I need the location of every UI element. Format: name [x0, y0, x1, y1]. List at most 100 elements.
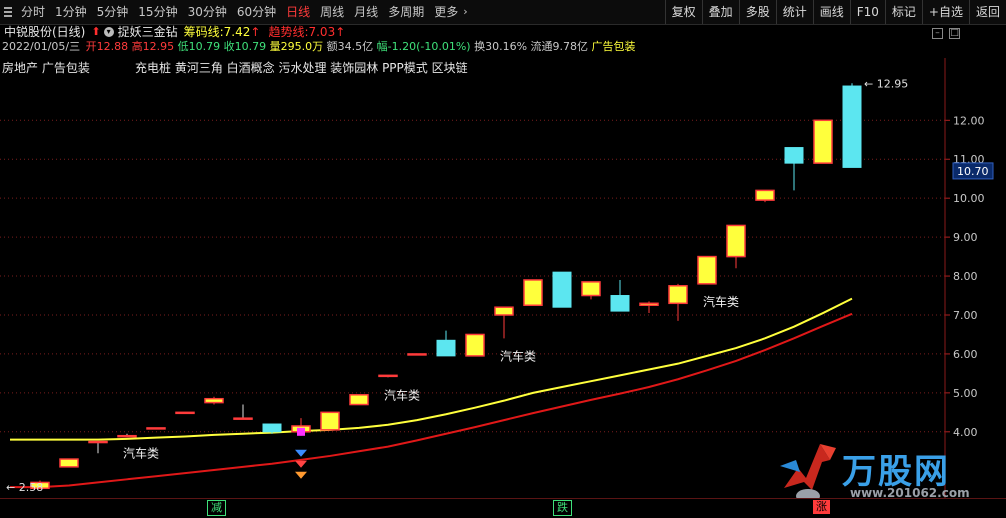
tool-button-7[interactable]: +自选	[921, 0, 969, 24]
tab-0[interactable]: 分时	[16, 0, 50, 24]
open-label: 开	[85, 40, 97, 53]
tool-button-1[interactable]: 叠加	[701, 0, 739, 24]
magenta-square-icon	[297, 427, 305, 436]
tab-6[interactable]: 日线	[281, 0, 315, 24]
change-label: 幅	[376, 40, 388, 53]
bottom-signal-axis: 减 跌 涨	[0, 498, 1006, 518]
y-tick-label-2: 6.00	[953, 348, 978, 361]
candle-body-17	[523, 279, 543, 307]
candle-body-25	[755, 189, 775, 201]
tab-10[interactable]: 更多	[429, 0, 463, 24]
chip-line-label: 筹码线:	[183, 25, 224, 39]
candle-body-13	[407, 353, 427, 356]
amount-value: 34.5亿	[337, 40, 374, 53]
tool-button-6[interactable]: 标记	[884, 0, 922, 24]
top-toolbar: 分时 1分钟 5分钟 15分钟 30分钟 60分钟 日线 周线 月线 多周期 更多 › 复权 叠加 多股统…	[0, 0, 1006, 25]
candle-body-22	[668, 285, 688, 305]
quote-date: 2022/01/05/三	[2, 40, 81, 53]
float-value: 9.78亿	[552, 40, 589, 53]
watermark: 万股网 www.201062.com	[776, 434, 976, 508]
y-tick-label-6: 10.00	[953, 192, 985, 205]
low-value: 10.79	[188, 40, 221, 53]
minimize-icon[interactable]: –	[932, 28, 943, 39]
diamond-icon-1	[295, 460, 307, 468]
volume-value: 295.0万	[280, 40, 324, 53]
high-marker-label: ← 12.95	[864, 77, 908, 90]
tab-2[interactable]: 5分钟	[92, 0, 134, 24]
candle-body-20	[610, 295, 630, 312]
candle-body-27	[813, 119, 833, 164]
candle-body-24	[726, 224, 746, 258]
tool-button-3[interactable]: 统计	[775, 0, 813, 24]
y-tick-label-5: 9.00	[953, 231, 978, 244]
candle-body-8	[262, 423, 282, 433]
indicator-name[interactable]: 捉妖三金钻	[118, 24, 178, 40]
tool-button-5[interactable]: F10	[849, 0, 885, 24]
high-label: 高	[131, 40, 143, 53]
period-tabs: 分时 1分钟 5分钟 15分钟 30分钟 60分钟 日线 周线 月线 多周期 更多 ›	[0, 0, 473, 24]
chevron-down-icon[interactable]: ▾	[103, 27, 114, 37]
menu-icon[interactable]	[4, 7, 12, 17]
tool-button-2[interactable]: 多股	[738, 0, 776, 24]
toolbar-buttons: 复权 叠加 多股 统计 画线 F10 标记 +自选 返回	[664, 0, 1006, 24]
low-label: 低	[177, 40, 189, 53]
candle-body-12	[378, 374, 398, 378]
tab-9[interactable]: 多周期	[383, 0, 429, 24]
trend-up-arrow-icon: ↑	[335, 25, 346, 39]
tool-button-0[interactable]: 复权	[664, 0, 702, 24]
kline-chart[interactable]: 4.005.006.007.008.009.0010.0011.0012.001…	[0, 58, 1006, 498]
candle-body-5	[175, 411, 195, 415]
float-label: 流通	[530, 40, 553, 53]
candle-body-3	[117, 434, 137, 438]
tab-4[interactable]: 30分钟	[183, 0, 232, 24]
diamond-icon-2	[295, 471, 307, 479]
chip-line	[10, 297, 853, 441]
trend-line-label: 趋势线:	[268, 25, 309, 39]
stock-header: 中锐股份(日线) ⬆ ▾ 捉妖三金钻 筹码线: 7.42 ↑ 趋势线: 7.03…	[0, 24, 345, 40]
trend-line-value: 7.03	[308, 25, 336, 39]
y-tick-label-3: 7.00	[953, 309, 978, 322]
candle-body-16	[494, 306, 514, 316]
y-tick-label-4: 8.00	[953, 270, 978, 283]
tool-button-8[interactable]: 返回	[968, 0, 1006, 24]
signal-reduce: 减	[207, 500, 226, 516]
candle-body-7	[233, 417, 253, 420]
last-price-label: 10.70	[957, 165, 989, 178]
tab-7[interactable]: 周线	[315, 0, 349, 24]
candle-body-4	[146, 427, 166, 430]
tab-1[interactable]: 1分钟	[50, 0, 92, 24]
candle-body-1	[59, 458, 79, 468]
chip-up-arrow-icon: ↑	[250, 25, 261, 39]
volume-label: 量	[269, 40, 281, 53]
candle-body-28	[842, 85, 862, 168]
tab-3[interactable]: 15分钟	[133, 0, 182, 24]
candle-body-19	[581, 281, 601, 297]
turnover-value: 30.16%	[485, 40, 528, 53]
stock-name: 中锐股份(日线)	[4, 25, 86, 39]
candle-body-6	[204, 397, 224, 404]
annotation-label-0: 汽车类	[123, 446, 159, 461]
close-value: 10.79	[234, 40, 267, 53]
tab-8[interactable]: 月线	[349, 0, 383, 24]
candle-body-10	[320, 411, 340, 431]
candle-body-23	[697, 255, 717, 285]
restore-icon[interactable]: □	[949, 28, 960, 39]
concept-tag: 广告包装	[591, 40, 636, 53]
candle-body-18	[552, 271, 572, 308]
quote-line: 2022/01/05/三 开12.88 高12.95 低10.79 收10.79…	[0, 40, 636, 54]
tab-5[interactable]: 60分钟	[232, 0, 281, 24]
annotation-label-2: 汽车类	[500, 348, 536, 363]
candle-body-2	[88, 440, 108, 444]
more-chevron-icon[interactable]: ›	[463, 0, 472, 24]
window-controls: – □	[932, 28, 960, 39]
candle-body-21	[639, 302, 659, 307]
tool-button-4[interactable]: 画线	[812, 0, 850, 24]
candle-body-15	[465, 333, 485, 357]
candle-body-11	[349, 394, 369, 406]
candle-body-14	[436, 339, 456, 357]
up-arrow-icon[interactable]: ⬆	[91, 24, 100, 40]
high-value: 12.95	[142, 40, 175, 53]
chip-line-value: 7.42	[223, 25, 251, 39]
amount-label: 额	[326, 40, 338, 53]
open-value: 12.88	[96, 40, 129, 53]
